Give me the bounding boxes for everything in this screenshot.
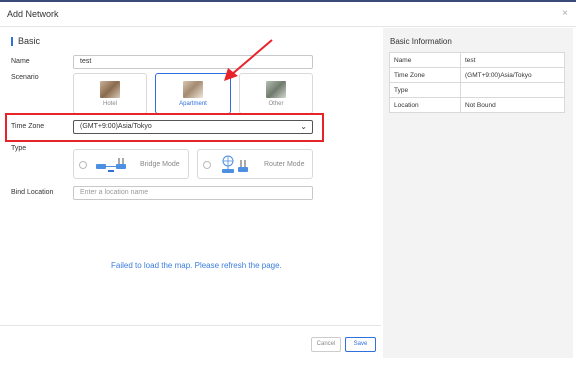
table-row: Location Not Bound: [389, 97, 565, 113]
type-card-bridge[interactable]: Bridge Mode: [73, 149, 189, 179]
basic-info-table: Name test Time Zone (GMT+9:00)Asia/Tokyo…: [389, 52, 565, 113]
section-accent-bar: [11, 37, 13, 46]
bind-location-label: Bind Location: [11, 189, 54, 196]
table-row: Name test: [389, 52, 565, 68]
hotel-image: [100, 81, 120, 98]
scenario-label: Scenario: [11, 74, 39, 81]
info-value-location: Not Bound: [460, 97, 565, 113]
router-mode-label: Router Mode: [264, 161, 305, 168]
router-mode-icon: [222, 155, 248, 173]
apartment-image: [183, 81, 203, 98]
type-card-router[interactable]: Router Mode: [197, 149, 313, 179]
scenario-card-apartment[interactable]: Apartment: [155, 73, 231, 114]
bridge-mode-label: Bridge Mode: [140, 161, 180, 168]
info-key-type: Type: [389, 82, 461, 98]
bridge-mode-icon: [96, 158, 126, 172]
info-value-name: test: [460, 52, 565, 68]
timezone-value: (GMT+9:00)Asia/Tokyo: [80, 123, 152, 130]
table-row: Time Zone (GMT+9:00)Asia/Tokyo: [389, 67, 565, 83]
dialog-title: Add Network: [7, 9, 59, 19]
table-row: Type: [389, 82, 565, 98]
map-error-message[interactable]: Failed to load the map. Please refresh t…: [111, 261, 282, 270]
timezone-select[interactable]: (GMT+9:00)Asia/Tokyo ⌄: [73, 120, 313, 134]
info-value-timezone: (GMT+9:00)Asia/Tokyo: [460, 67, 565, 83]
basic-info-title: Basic Information: [390, 37, 452, 46]
info-key-location: Location: [389, 97, 461, 113]
add-network-dialog: Add Network × Basic Name test Scenario H…: [0, 2, 576, 367]
scenario-card-other[interactable]: Other: [239, 73, 313, 114]
name-label: Name: [11, 58, 30, 65]
scenario-other-label: Other: [268, 101, 284, 107]
cancel-button[interactable]: Cancel: [311, 337, 341, 352]
scenario-hotel-label: Hotel: [102, 101, 117, 107]
info-key-timezone: Time Zone: [389, 67, 461, 83]
location-search-input[interactable]: Enter a location name: [73, 186, 313, 200]
section-title-basic: Basic: [18, 36, 41, 46]
info-key-name: Name: [389, 52, 461, 68]
router-radio[interactable]: [203, 161, 211, 169]
scenario-apartment-label: Apartment: [179, 101, 207, 107]
other-image: [266, 81, 286, 98]
timezone-label: Time Zone: [11, 123, 45, 130]
chevron-down-icon: ⌄: [300, 122, 307, 131]
scenario-card-hotel[interactable]: Hotel: [73, 73, 147, 114]
save-button[interactable]: Save: [345, 337, 376, 352]
close-icon[interactable]: ×: [562, 8, 568, 19]
basic-info-panel: Basic Information Name test Time Zone (G…: [383, 28, 573, 358]
dialog-titlebar: Add Network ×: [0, 2, 576, 27]
type-label: Type: [11, 145, 27, 152]
bridge-radio[interactable]: [79, 161, 87, 169]
footer-divider: [0, 325, 381, 326]
name-input[interactable]: test: [73, 55, 313, 69]
info-value-type: [460, 82, 565, 98]
